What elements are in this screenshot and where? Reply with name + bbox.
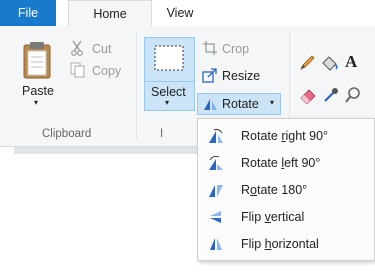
cut-button[interactable]: Cut	[70, 40, 130, 58]
rotate-left-icon	[209, 155, 223, 170]
select-split-line	[145, 81, 194, 82]
paste-button[interactable]: Paste ▾	[18, 38, 58, 108]
tab-file[interactable]: File	[0, 0, 56, 26]
menu-item-label: Flip vertical	[241, 210, 305, 224]
eyedropper-icon	[324, 88, 338, 102]
menu-item-rotate-180[interactable]: Rotate 180°	[198, 177, 374, 203]
rotate-label: Rotate	[222, 97, 259, 111]
selection-rectangle-icon	[154, 45, 184, 71]
flip-horizontal-icon	[210, 238, 222, 250]
flip-vertical-icon	[210, 211, 221, 223]
crop-icon	[203, 41, 217, 55]
copy-button[interactable]: Copy	[70, 62, 130, 80]
crop-label: Crop	[222, 42, 250, 56]
menu-item-label: Rotate right 90°	[241, 129, 329, 143]
select-label: Select	[151, 85, 186, 99]
pencil-icon	[300, 55, 315, 70]
chevron-down-icon: ▾	[165, 98, 170, 107]
menu-item-rotate-left-90[interactable]: Rotate left 90°	[198, 150, 374, 176]
cut-label: Cut	[92, 42, 112, 56]
menu-item-label: Flip horizontal	[241, 237, 319, 251]
eraser-button[interactable]	[298, 86, 318, 105]
rotate-dropdown-menu: Rotate right 90° Rotate left 90° Rotate …	[197, 118, 375, 261]
menu-item-label: Rotate left 90°	[241, 156, 321, 170]
fill-button[interactable]	[320, 54, 340, 72]
rotate-right-icon	[209, 128, 223, 143]
eraser-icon	[300, 89, 316, 105]
resize-icon	[202, 68, 217, 83]
rotate-button[interactable]: Rotate ▾	[197, 93, 281, 115]
group-label-image: I	[160, 128, 164, 140]
crop-button[interactable]: Crop	[202, 40, 272, 58]
menu-item-rotate-right-90[interactable]: Rotate right 90°	[198, 123, 374, 149]
copy-icon	[70, 62, 85, 78]
magnifier-icon	[345, 87, 360, 103]
text-tool-icon: A	[345, 52, 358, 71]
clipboard-icon	[23, 42, 51, 79]
select-button[interactable]: Select ▾	[144, 37, 195, 111]
paste-label: Paste	[22, 84, 54, 98]
magnifier-button[interactable]	[344, 86, 362, 104]
chevron-down-icon: ▾	[34, 98, 39, 107]
resize-button[interactable]: Resize	[202, 67, 272, 85]
text-button[interactable]: A	[345, 52, 363, 72]
ribbon-tab-bar: File Home View	[0, 0, 375, 28]
pencil-button[interactable]	[298, 54, 316, 72]
tab-home[interactable]: Home	[68, 0, 152, 28]
chevron-down-icon: ▾	[270, 98, 275, 107]
menu-item-flip-horizontal[interactable]: Flip horizontal	[198, 231, 374, 257]
menu-item-flip-vertical[interactable]: Flip vertical	[198, 204, 374, 230]
rotate-180-icon	[209, 185, 223, 197]
tab-view[interactable]: View	[150, 0, 210, 26]
scissors-icon	[71, 40, 83, 56]
copy-label: Copy	[92, 64, 122, 78]
rotate-icon	[204, 99, 217, 110]
menu-item-label: Rotate 180°	[241, 183, 308, 197]
fill-bucket-icon	[322, 56, 338, 71]
color-picker-button[interactable]	[322, 86, 340, 104]
group-label-clipboard: Clipboard	[42, 128, 92, 140]
resize-label: Resize	[222, 69, 261, 83]
group-separator	[136, 32, 137, 140]
